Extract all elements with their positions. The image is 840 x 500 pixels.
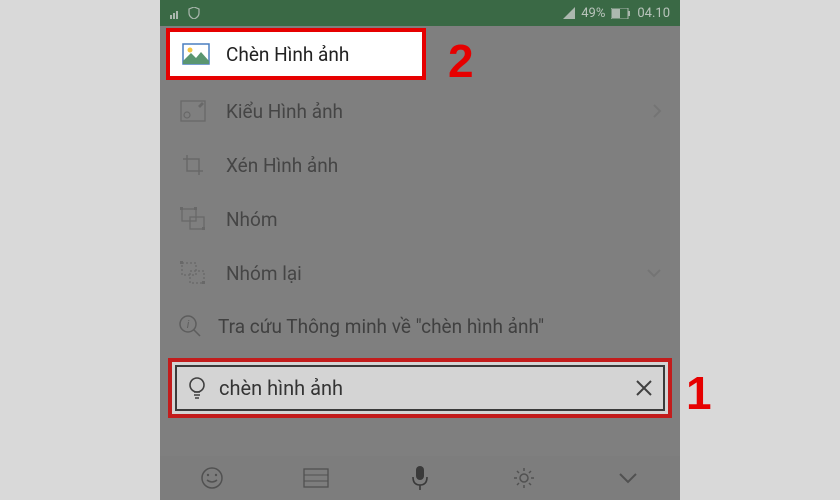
bottom-toolbar [160, 456, 680, 500]
clear-search-button[interactable] [635, 379, 653, 397]
annotation-1: 1 [686, 366, 712, 420]
status-bar: 49% 04.10 [160, 0, 680, 26]
emoji-button[interactable] [199, 465, 225, 491]
close-icon [635, 379, 653, 397]
search-input-container[interactable]: chèn hình ảnh [175, 365, 665, 411]
keyboard-icon [303, 468, 329, 488]
palette-icon [178, 98, 208, 124]
chevron-right-icon [652, 103, 662, 119]
chevron-down-icon [618, 472, 638, 484]
regroup-icon [178, 260, 208, 286]
mic-button[interactable] [407, 465, 433, 491]
status-right-icons: 49% 04.10 [563, 6, 670, 21]
menu-item-insert-image[interactable]: Chèn Hình ảnh [170, 32, 422, 76]
menu-label: Kiểu Hình ảnh [226, 100, 343, 123]
status-left-icons [170, 7, 200, 19]
settings-button[interactable] [511, 465, 537, 491]
phone-screen: 49% 04.10 Chèn Hình ảnh Kiểu Hình ảnh [160, 0, 680, 500]
menu-content: Kiểu Hình ảnh Xén Hình ảnh Nhóm Nhóm lại [160, 26, 680, 418]
menu-item-group[interactable]: Nhóm [160, 192, 680, 246]
chevron-down-icon [646, 268, 662, 278]
smart-lookup-icon: i [178, 314, 202, 338]
emoji-icon [200, 466, 224, 490]
highlight-search: chèn hình ảnh [168, 358, 672, 418]
mic-icon [411, 465, 429, 491]
menu-label: Xén Hình ảnh [226, 154, 338, 177]
menu-label: Chèn Hình ảnh [226, 43, 349, 66]
clock: 04.10 [637, 6, 670, 21]
highlight-insert-image: Chèn Hình ảnh [166, 28, 426, 80]
collapse-button[interactable] [615, 465, 641, 491]
smart-lookup-row[interactable]: i Tra cứu Thông minh về "chèn hình ảnh" [160, 300, 680, 352]
keyboard-button[interactable] [303, 465, 329, 491]
network-icon [563, 7, 575, 19]
svg-text:i: i [187, 318, 190, 331]
crop-icon [178, 152, 208, 178]
menu-label: Nhóm [226, 208, 278, 231]
shield-icon [188, 7, 200, 19]
menu-label: Nhóm lại [226, 262, 302, 285]
menu-item-crop-image[interactable]: Xén Hình ảnh [160, 138, 680, 192]
picture-icon [182, 43, 210, 65]
menu-item-regroup[interactable]: Nhóm lại [160, 246, 680, 300]
search-row: chèn hình ảnh [168, 358, 672, 418]
annotation-2: 2 [448, 34, 474, 88]
lightbulb-icon [187, 375, 207, 401]
group-icon [178, 206, 208, 232]
smart-lookup-label: Tra cứu Thông minh về "chèn hình ảnh" [218, 315, 544, 338]
menu-item-image-style[interactable]: Kiểu Hình ảnh [160, 84, 680, 138]
battery-icon [611, 8, 631, 19]
battery-percent: 49% [581, 6, 605, 21]
signal-icon [170, 7, 184, 19]
gear-icon [512, 466, 536, 490]
search-input-value[interactable]: chèn hình ảnh [219, 376, 623, 400]
